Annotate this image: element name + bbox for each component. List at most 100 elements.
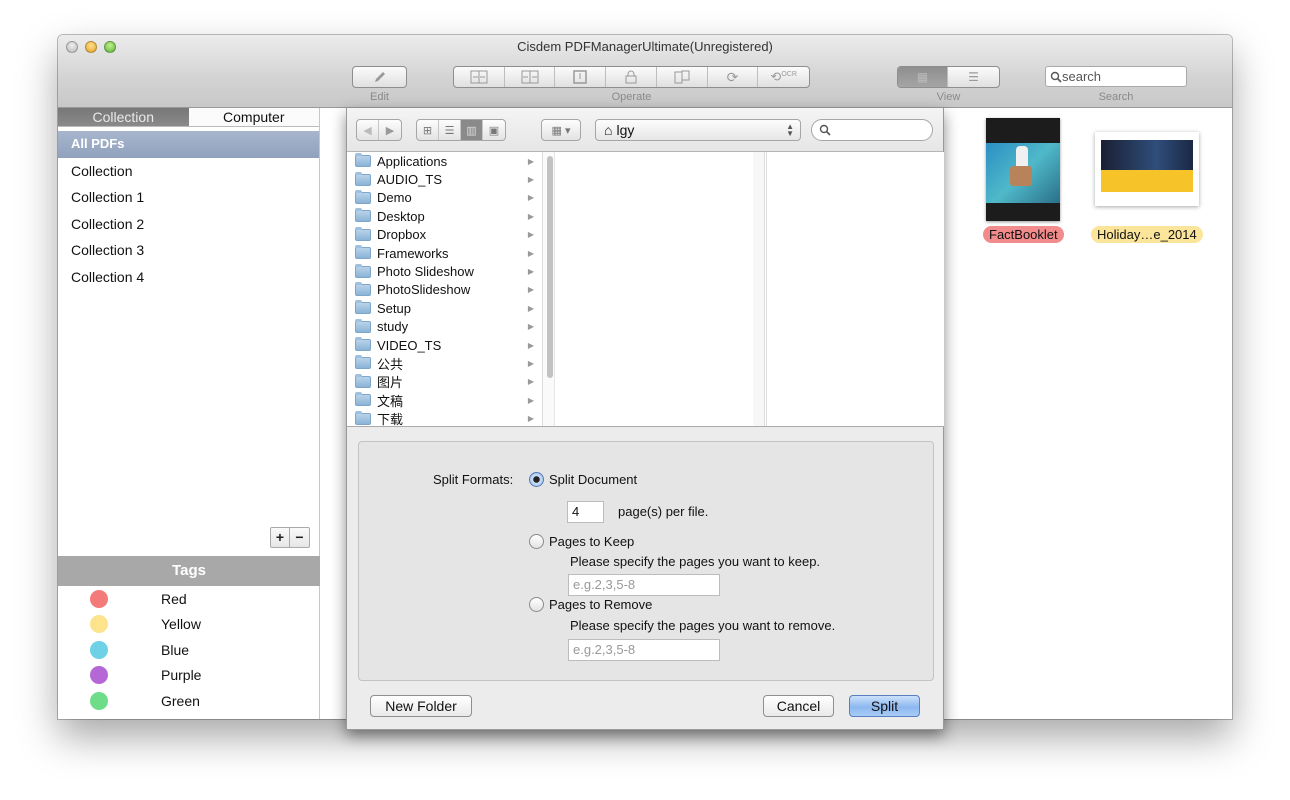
collection-item[interactable]: Collection 3 (58, 237, 319, 264)
collection-item[interactable]: Collection (58, 158, 319, 185)
disclosure-arrow-icon: ▶ (527, 156, 534, 166)
pages-to-keep-radio[interactable] (529, 534, 544, 549)
pages-to-keep-input[interactable]: e.g.2,3,5-8 (568, 574, 720, 596)
document-thumbnail-factbooklet[interactable] (986, 118, 1060, 221)
forward-button[interactable]: ▶ (379, 120, 401, 140)
folder-name: study (377, 319, 409, 335)
pages-per-file-input[interactable]: 4 (567, 501, 604, 523)
folder-item[interactable]: Frameworks ▶ (347, 244, 542, 262)
folder-item[interactable]: 下载 ▶ (347, 409, 542, 427)
split-button[interactable]: Split (849, 695, 920, 717)
split-document-label[interactable]: Split Document (549, 472, 637, 487)
document-thumbnail-holiday[interactable] (1095, 132, 1199, 206)
add-collection-button[interactable]: + (271, 528, 290, 547)
folder-column: Applications ▶ AUDIO_TS ▶ Demo ▶ Desktop ▶ Dropb… (347, 152, 543, 427)
tab-collection[interactable]: Collection (58, 108, 189, 126)
tab-computer[interactable]: Computer (188, 108, 319, 126)
folder-item[interactable]: Applications ▶ (347, 152, 542, 170)
disclosure-arrow-icon: ▶ (527, 175, 534, 185)
ocr-button[interactable]: ⟲ OCR (758, 67, 809, 87)
folder-name: Setup (377, 300, 411, 316)
pages-to-remove-radio[interactable] (529, 597, 544, 612)
coverflow-view-button[interactable]: ▣ (483, 120, 505, 140)
new-folder-button[interactable]: New Folder (370, 695, 472, 717)
collection-list: All PDFs Collection Collection 1 Collect… (58, 131, 319, 290)
back-button[interactable]: ◀ (357, 120, 379, 140)
tag-item-blue[interactable]: Blue (58, 637, 320, 663)
tag-item-yellow[interactable]: Yellow (58, 612, 320, 638)
empty-column (555, 152, 767, 426)
operate-group: ⟳ ⟲ OCR (453, 66, 810, 88)
folder-icon (355, 263, 371, 278)
collection-item[interactable]: Collection 2 (58, 211, 319, 238)
rotate-icon: ⟳ (726, 68, 739, 85)
tag-name: Yellow (161, 616, 201, 633)
folder-icon (355, 208, 371, 223)
folder-item[interactable]: VIDEO_TS ▶ (347, 336, 542, 354)
tag-item-red[interactable]: Red (58, 586, 320, 612)
folder-name: Dropbox (377, 227, 427, 243)
grid-view-button[interactable]: ▦ (898, 67, 949, 87)
pages-to-keep-label[interactable]: Pages to Keep (549, 534, 634, 549)
page-button[interactable] (555, 67, 607, 87)
ocr-icon: ⟲ (770, 69, 782, 84)
folder-item[interactable]: Setup ▶ (347, 299, 542, 317)
folder-item[interactable]: Demo ▶ (347, 189, 542, 207)
folder-item[interactable]: PhotoSlideshow ▶ (347, 281, 542, 299)
folder-icon (355, 300, 371, 315)
folder-item[interactable]: 文稿 ▶ (347, 391, 542, 409)
encrypt-button[interactable] (606, 67, 657, 87)
folder-item[interactable]: 公共 ▶ (347, 354, 542, 372)
tags-list: Red Yellow Blue Purple Green (58, 586, 320, 714)
tag-item-purple[interactable]: Purple (58, 663, 320, 689)
sidebar-tabs: Collection Computer (58, 108, 319, 127)
search-input[interactable]: search (1045, 66, 1187, 87)
folder-icon (355, 373, 371, 388)
folder-icon (355, 245, 371, 260)
dialog-search-input[interactable] (811, 119, 933, 141)
sidebar: Collection Computer All PDFs Collection … (58, 108, 320, 719)
column-view-button[interactable]: ▥ (461, 120, 483, 140)
tag-item-green[interactable]: Green (58, 688, 320, 714)
folder-item[interactable]: 图片 ▶ (347, 373, 542, 391)
pages-button[interactable] (657, 67, 708, 87)
folder-item[interactable]: Photo Slideshow ▶ (347, 262, 542, 280)
location-popup[interactable]: ⌂ lgy ▲ ▼ (595, 119, 801, 141)
collection-item[interactable]: Collection 4 (58, 264, 319, 291)
folder-item[interactable]: AUDIO_TS ▶ (347, 170, 542, 188)
rotate-button[interactable]: ⟳ (708, 67, 759, 87)
pages-to-remove-label[interactable]: Pages to Remove (549, 597, 652, 612)
list-view-button[interactable]: ☰ (948, 67, 999, 87)
list-view-button[interactable]: ☰ (439, 120, 461, 140)
folder-item[interactable]: Dropbox ▶ (347, 226, 542, 244)
split-dialog: ◀ ▶ ⊞ ☰ ▥ ▣ ▦ ▾ ⌂ lgy ▲ ▼ Applications ▶ AU… (346, 108, 944, 730)
scrollbar-thumb[interactable] (547, 156, 553, 378)
icon-view-button[interactable]: ⊞ (417, 120, 439, 140)
cancel-button[interactable]: Cancel (763, 695, 834, 717)
collection-item-all-pdfs[interactable]: All PDFs (58, 131, 319, 158)
split-button[interactable] (505, 67, 556, 87)
tag-color-dot (90, 615, 108, 634)
pages-to-remove-input[interactable]: e.g.2,3,5-8 (568, 639, 720, 661)
title-bar: Cisdem PDFManagerUltimate(Unregistered) … (58, 35, 1232, 108)
folder-item[interactable]: study ▶ (347, 318, 542, 336)
folder-name: Demo (377, 190, 412, 206)
collection-item[interactable]: Collection 1 (58, 184, 319, 211)
folder-name: 下载 (377, 412, 404, 428)
home-icon: ⌂ (604, 122, 613, 138)
folder-item[interactable]: Desktop ▶ (347, 207, 542, 225)
folder-name: Desktop (377, 208, 425, 224)
document-name-factbooklet[interactable]: FactBooklet (983, 226, 1064, 243)
remove-collection-button[interactable]: − (290, 528, 309, 547)
column-divider[interactable] (753, 152, 765, 426)
folder-icon (355, 392, 371, 407)
document-name-holiday[interactable]: Holiday…e_2014 (1091, 226, 1203, 243)
page-icon (573, 70, 588, 84)
folder-name: Frameworks (377, 245, 449, 261)
disclosure-arrow-icon: ▶ (527, 340, 534, 350)
arrange-button[interactable]: ▦ ▾ (542, 120, 580, 140)
split-document-radio[interactable] (529, 472, 544, 487)
merge-button[interactable] (454, 67, 505, 87)
edit-button[interactable] (353, 67, 406, 87)
nav-group: ◀ ▶ (356, 119, 402, 141)
